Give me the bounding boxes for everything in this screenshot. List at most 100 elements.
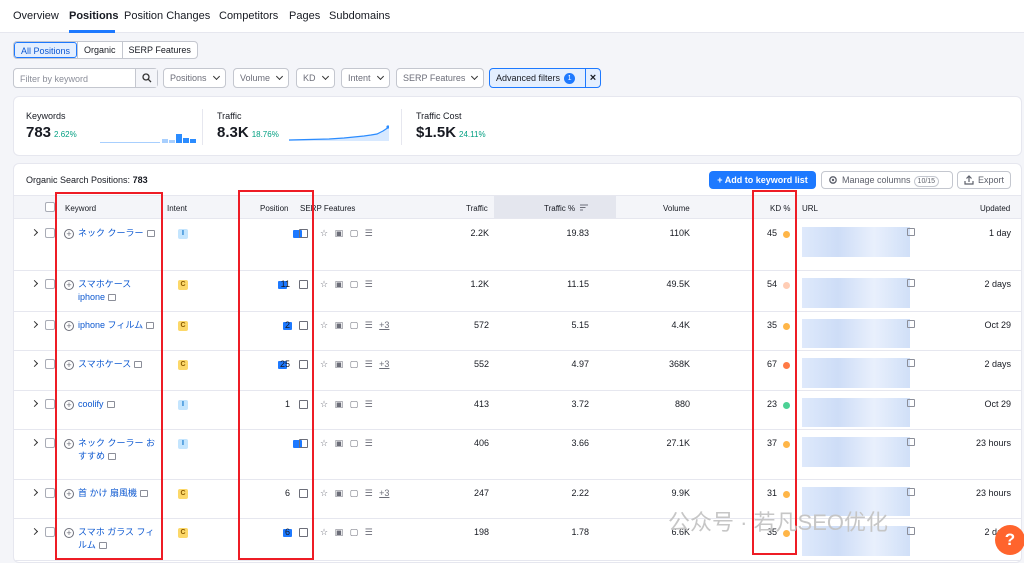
keywords-bar-sparkline [100, 134, 196, 143]
tab-competitors[interactable]: Competitors [219, 10, 278, 22]
chevron-down-icon [321, 72, 329, 81]
serp-features-dropdown[interactable]: SERP Features [396, 68, 485, 88]
tab-position-changes[interactable]: Position Changes [124, 10, 210, 22]
volume-value[interactable]: 368K [634, 359, 690, 369]
traffic-percent-value: 4.97 [571, 359, 589, 369]
external-link-icon[interactable] [907, 228, 915, 236]
volume-value[interactable]: 880 [634, 399, 690, 409]
serp-features-icons: ☆ ▣ ▢ ☰ [320, 399, 375, 409]
expand-row-icon[interactable] [30, 359, 39, 368]
row-checkbox[interactable] [45, 279, 55, 289]
external-link-icon[interactable] [907, 527, 915, 535]
url-link-blurred[interactable] [802, 319, 910, 348]
organic-positions-table: Organic Search Positions: 783 + Add to k… [13, 163, 1022, 563]
intent-dropdown[interactable]: Intent [341, 68, 390, 88]
header-traffic[interactable]: Traffic [466, 204, 488, 213]
volume-value[interactable]: 110K [634, 228, 690, 238]
url-link-blurred[interactable] [802, 398, 910, 427]
row-checkbox[interactable] [45, 527, 55, 537]
intent-badge: C [178, 528, 188, 538]
traffic-value: 406 [473, 438, 489, 448]
url-link-blurred[interactable] [802, 358, 910, 388]
header-traffic-percent[interactable]: Traffic % [544, 204, 575, 213]
url-link-blurred[interactable] [802, 227, 910, 257]
traffic-value: 572 [473, 320, 489, 330]
report-tabs: Overview Positions Position Changes Comp… [0, 0, 1024, 33]
row-checkbox[interactable] [45, 399, 55, 409]
organic-button[interactable]: Organic [77, 42, 122, 58]
keyword-column-highlight [55, 192, 163, 560]
header-url: URL [802, 204, 819, 213]
url-link-blurred[interactable] [802, 437, 910, 467]
manage-columns-label: Manage columns [842, 175, 911, 185]
header-volume[interactable]: Volume [663, 204, 690, 213]
advanced-filters-button[interactable]: Advanced filters 1 × [489, 68, 601, 88]
positions-dropdown[interactable]: Positions [163, 68, 226, 88]
external-link-icon[interactable] [907, 359, 915, 367]
help-button[interactable]: ? [995, 525, 1024, 555]
table-row: + スマホケース iphone C 11 ☆ ▣ ▢ ☰ 1.2K 11.15 49.5K 5… [14, 271, 1021, 312]
url-link-blurred[interactable] [802, 278, 910, 308]
table-row: + ネック クーラー おすすめ I ☆ ▣ ▢ ☰ 406 3.66 27.1K 37 23 … [14, 430, 1021, 480]
intent-badge: C [178, 321, 188, 331]
add-to-keyword-list-button[interactable]: + Add to keyword list [709, 171, 816, 189]
keywords-change: 2.62% [54, 130, 77, 139]
serp-features-icons: ☆ ▣ ▢ ☰ [320, 527, 375, 537]
serp-features-button[interactable]: SERP Features [121, 42, 197, 58]
clear-filters-button[interactable]: × [585, 69, 600, 87]
advanced-filters-label: Advanced filters [496, 73, 561, 83]
row-checkbox[interactable] [45, 488, 55, 498]
more-features-link[interactable]: +3 [379, 359, 389, 369]
tab-positions[interactable]: Positions [69, 10, 119, 22]
row-checkbox[interactable] [45, 228, 55, 238]
header-updated[interactable]: Updated [980, 204, 1010, 213]
table-row: + iphone フィルム C 2 ☆ ▣ ▢ ☰ +3 572 5.15 4.4K 35 Oct… [14, 312, 1021, 351]
keywords-value[interactable]: 783 [26, 124, 51, 141]
search-input[interactable]: Filter by keyword [14, 69, 135, 87]
more-features-link[interactable]: +3 [379, 488, 389, 498]
manage-columns-button[interactable]: Manage columns 10/15 [821, 171, 953, 189]
keyword-filter[interactable]: Filter by keyword [13, 68, 158, 88]
volume-value[interactable]: 4.4K [634, 320, 690, 330]
volume-value[interactable]: 9.9K [634, 488, 690, 498]
volume-dropdown[interactable]: Volume [233, 68, 290, 88]
intent-badge: C [178, 360, 188, 370]
table-row: + coolify I 1 ☆ ▣ ▢ ☰ 413 3.72 880 23 Oct 29 [14, 391, 1021, 430]
traffic-percent-value: 2.22 [571, 488, 589, 498]
external-link-icon[interactable] [907, 279, 915, 287]
search-button[interactable] [135, 69, 157, 87]
tab-pages[interactable]: Pages [289, 10, 320, 22]
volume-value[interactable]: 49.5K [634, 279, 690, 289]
volume-value[interactable]: 27.1K [634, 438, 690, 448]
external-link-icon[interactable] [907, 399, 915, 407]
kd-dropdown[interactable]: KD [296, 68, 335, 88]
row-checkbox[interactable] [45, 320, 55, 330]
expand-row-icon[interactable] [30, 279, 39, 288]
tab-overview[interactable]: Overview [13, 10, 59, 22]
external-link-icon[interactable] [907, 320, 915, 328]
expand-row-icon[interactable] [30, 527, 39, 536]
expand-row-icon[interactable] [30, 399, 39, 408]
tab-subdomains[interactable]: Subdomains [329, 10, 390, 22]
sort-desc-icon[interactable] [580, 204, 588, 211]
traffic-cost-value[interactable]: $1.5K [416, 124, 456, 141]
all-positions-button[interactable]: All Positions [14, 42, 78, 58]
traffic-value[interactable]: 8.3K [217, 124, 249, 141]
expand-row-icon[interactable] [30, 438, 39, 447]
expand-row-icon[interactable] [30, 488, 39, 497]
filter-count-badge: 1 [564, 72, 576, 84]
keywords-metric: Keywords 783 2.62% [26, 111, 196, 143]
export-button[interactable]: Export [957, 171, 1011, 189]
row-checkbox[interactable] [45, 438, 55, 448]
traffic-metric: Traffic 8.3K 18.76% [217, 111, 389, 142]
traffic-percent-value: 3.72 [571, 399, 589, 409]
external-link-icon[interactable] [907, 488, 915, 496]
external-link-icon[interactable] [907, 438, 915, 446]
more-features-link[interactable]: +3 [379, 320, 389, 330]
header-intent[interactable]: Intent [167, 204, 187, 213]
expand-row-icon[interactable] [30, 320, 39, 329]
expand-row-icon[interactable] [30, 228, 39, 237]
row-checkbox[interactable] [45, 359, 55, 369]
intent-badge: I [178, 400, 188, 410]
select-all-checkbox[interactable] [45, 202, 55, 212]
